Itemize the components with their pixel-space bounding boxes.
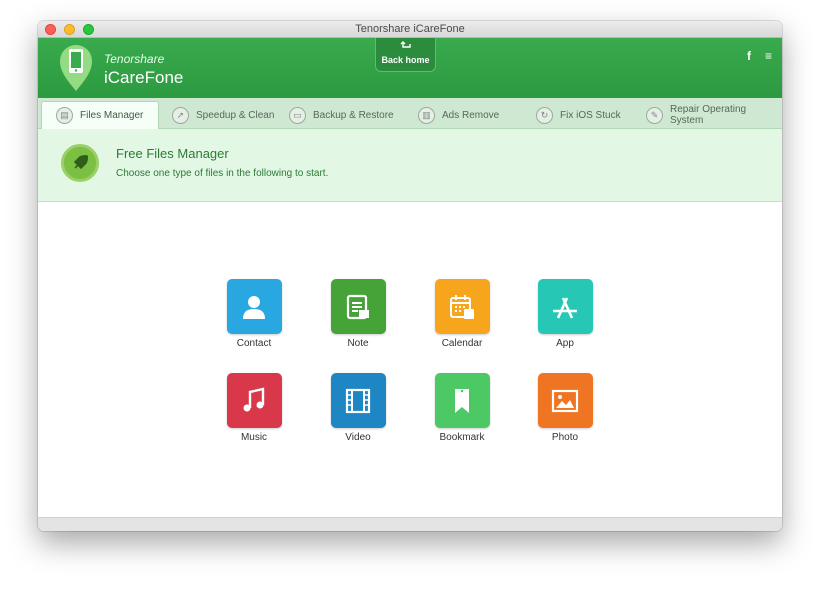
note-icon [330, 279, 386, 334]
file-type-label: App [556, 338, 574, 349]
file-type-label: Video [345, 432, 371, 443]
app-store-icon [537, 279, 593, 334]
back-arrow-icon [376, 41, 435, 54]
photo-icon [537, 373, 593, 428]
tab-repair-operating-system[interactable]: ✎ Repair Operating System [646, 101, 782, 129]
trash-icon: ▥ [418, 106, 435, 124]
files-icon: ▤ [56, 107, 73, 124]
menu-icon[interactable]: ≡ [765, 49, 772, 63]
file-type-app[interactable]: App [525, 279, 605, 349]
file-type-label: Music [240, 432, 268, 443]
app-window: Tenorshare iCareFone Tenorshare iCareFon… [38, 21, 782, 531]
refresh-icon: ↻ [536, 106, 553, 124]
file-type-label: Bookmark [439, 432, 485, 443]
feature-tabs: ▤ Files Manager ➚ Speedup & Clean ▭ Back… [38, 98, 782, 129]
contact-icon [226, 279, 282, 334]
tab-label: Repair Operating System [669, 104, 747, 126]
section-banner: Free Files Manager Choose one type of fi… [38, 129, 782, 202]
tab-label: Speedup & Clean [196, 109, 275, 121]
wrench-icon: ✎ [646, 106, 663, 124]
bookmark-icon [434, 373, 490, 428]
facebook-icon[interactable]: f [747, 49, 751, 63]
file-type-label: Photo [551, 432, 579, 443]
file-type-label: Note [347, 338, 369, 349]
calendar-icon [434, 279, 490, 334]
brand-product: iCareFone [104, 68, 184, 87]
backup-icon: ▭ [289, 106, 306, 124]
window-title: Tenorshare iCareFone [355, 23, 465, 35]
banner-title: Free Files Manager [116, 146, 229, 161]
title-bar: Tenorshare iCareFone [38, 21, 782, 38]
back-home-label: Back home [381, 55, 430, 65]
app-header: Tenorshare iCareFone Back home f ≡ [38, 38, 782, 98]
tab-fix-ios-stuck[interactable]: ↻ Fix iOS Stuck [536, 101, 621, 129]
file-type-bookmark[interactable]: Bookmark [422, 373, 502, 443]
rocket-icon: ➚ [172, 106, 189, 124]
file-type-label: Contact [236, 338, 272, 349]
music-icon [226, 373, 282, 428]
banner-subtitle: Choose one type of files in the followin… [116, 168, 329, 179]
tab-label: Ads Remove [442, 109, 500, 121]
file-type-contact[interactable]: Contact [214, 279, 294, 349]
file-type-calendar[interactable]: Calendar [422, 279, 502, 349]
status-bar [38, 517, 782, 531]
rocket-badge-icon [61, 144, 99, 182]
brand-company: Tenorshare [104, 52, 165, 66]
tab-backup-restore[interactable]: ▭ Backup & Restore [289, 101, 394, 129]
file-type-photo[interactable]: Photo [525, 373, 605, 443]
file-type-video[interactable]: Video [318, 373, 398, 443]
file-type-label: Calendar [441, 338, 483, 349]
icarefone-logo-icon [60, 45, 92, 91]
tab-files-manager[interactable]: ▤ Files Manager [41, 101, 159, 129]
tab-label: Backup & Restore [313, 109, 394, 121]
video-icon [330, 373, 386, 428]
back-home-button[interactable]: Back home [375, 38, 436, 72]
tab-speedup-clean[interactable]: ➚ Speedup & Clean [172, 101, 274, 129]
file-type-note[interactable]: Note [318, 279, 398, 349]
tab-label: Fix iOS Stuck [560, 109, 621, 121]
header-actions: f ≡ [747, 49, 772, 63]
tab-label: Files Manager [80, 110, 144, 121]
tab-ads-remove[interactable]: ▥ Ads Remove [418, 101, 499, 129]
file-type-music[interactable]: Music [214, 373, 294, 443]
